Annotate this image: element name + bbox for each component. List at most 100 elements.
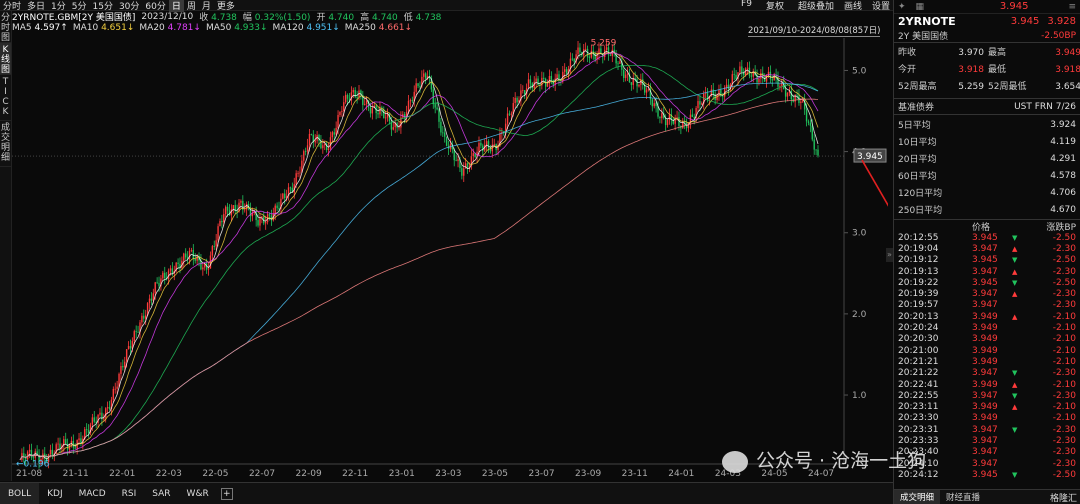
trade-row[interactable]: 20:23:11 3.949 ▲ -2.10 [894,401,1080,412]
candle-body [543,77,545,79]
candle-body [411,100,414,102]
candle-body [169,268,172,271]
indicator-tab-wr[interactable]: W&R [179,483,217,504]
arrow-down-icon: ▼ [1012,470,1018,479]
trades-list[interactable]: 20:12:55 3.945 ▼ -2.50 20:19:04 3.947 ▲ -2.30 20… [894,232,1080,481]
grid-icon[interactable]: ▦ [916,2,925,12]
candle-body [344,94,347,103]
period-tab[interactable]: 周 [184,0,199,12]
candle-body [264,222,267,224]
trade-row[interactable]: 20:22:55 3.947 ▼ -2.30 [894,390,1080,401]
trade-time: 20:12:55 [898,232,939,243]
indicator-tab-rsi[interactable]: RSI [114,483,145,504]
candle-body [164,272,166,279]
average-row: 250日平均 4.670 [898,201,1076,218]
tab-kline[interactable]: K线图 [0,43,11,75]
kline-chart-svg[interactable]: 5.04.03.02.01.021-0821-1122-0122-0322-05… [12,36,888,482]
tab-intraday[interactable]: 分时图 [0,11,11,43]
trade-row[interactable]: 20:22:41 3.949 ▲ -2.10 [894,379,1080,390]
candle-body [226,206,229,211]
trade-row[interactable]: 20:19:39 3.947 ▲ -2.30 [894,288,1080,299]
trade-bp: -2.30 [1052,447,1076,458]
candle-body [289,187,292,189]
overlay-button[interactable]: 超级叠加 [795,0,837,12]
candle-body [409,100,412,102]
trade-row[interactable]: 20:19:12 3.945 ▼ -2.50 [894,255,1080,266]
candle-body [573,58,575,62]
trade-row[interactable]: 20:21:21 3.949 -2.10 [894,356,1080,367]
period-tab-daily[interactable]: 日 [168,0,184,12]
candle-body [51,449,54,456]
candle-body [417,83,419,87]
trade-row[interactable]: 20:23:31 3.947 ▼ -2.30 [894,424,1080,435]
tab-trade-detail-panel[interactable]: 成交明细 [894,490,941,504]
trade-row[interactable]: 20:20:24 3.949 -2.10 [894,322,1080,333]
x-tick-label: 23-09 [575,469,601,479]
candle-body [478,142,480,152]
trade-row[interactable]: 20:21:00 3.949 -2.10 [894,345,1080,356]
max-price-label: 5.259 [591,38,617,48]
candle-body [444,132,446,137]
trade-row[interactable]: 20:19:57 3.947 -2.30 [894,300,1080,311]
trade-row[interactable]: 20:23:30 3.949 -2.10 [894,413,1080,424]
indicator-tab-kdj[interactable]: KDJ [39,483,71,504]
ma-label: MA120 [272,23,307,33]
candle-body [116,386,118,389]
last-price-tag-text: 3.945 [857,152,883,162]
candle-body [438,109,440,122]
candle-body [143,315,145,319]
trade-bp: -2.10 [1052,402,1076,413]
candle-body [668,114,671,120]
candle-body [184,253,187,258]
trade-bp: -2.10 [1052,356,1076,367]
candle-body [815,149,817,151]
draw-button[interactable]: 画线 [841,0,865,12]
add-indicator-icon[interactable]: + [220,487,233,500]
candle-body [65,439,67,444]
candle-body [122,366,124,368]
average-label: 10日平均 [898,138,937,148]
quote-value: 3.918 [1055,65,1080,75]
trade-row[interactable]: 20:20:13 3.949 ▲ -2.10 [894,311,1080,322]
panel-top-price: 3.945 [999,1,1029,12]
settings-button[interactable]: 设置 [869,0,893,12]
adjust-button[interactable]: 复权 [763,0,787,12]
trade-bp: -2.10 [1052,323,1076,334]
candle-body [817,149,819,156]
candle-body [306,145,309,152]
tab-tick[interactable]: TICK [0,75,11,121]
ma-value: 4.781↓ [167,23,201,33]
candle-body [215,240,217,247]
candle-body [156,282,158,284]
kline-chart[interactable]: 5.04.03.02.01.021-0821-1122-0122-0322-05… [12,36,888,482]
candle-body [630,82,633,85]
candle-body [297,173,299,174]
tab-trade-detail[interactable]: 成交明细 [0,121,11,167]
pin-icon[interactable]: ✦ [898,2,906,12]
tab-finance-live[interactable]: 财经直播 [940,490,986,504]
indicator-tab-macd[interactable]: MACD [71,483,114,504]
period-tab[interactable]: 60分 [142,0,168,12]
panel-bottom-tabs: 成交明细 财经直播 格隆汇 [894,489,1080,504]
trade-row[interactable]: 20:20:30 3.949 -2.10 [894,334,1080,345]
candle-body [472,153,474,157]
trade-row[interactable]: 20:21:22 3.947 ▼ -2.30 [894,368,1080,379]
candle-body [623,69,625,78]
indicator-tab-boll[interactable]: BOLL [0,483,40,504]
ma-legend-item: MA250 4.661↓ [345,23,412,33]
trade-row[interactable]: 20:19:04 3.947 ▲ -2.30 [894,243,1080,254]
trade-time: 20:21:21 [898,356,939,367]
collapse-panel-button[interactable]: » [886,248,893,262]
trade-row[interactable]: 20:23:33 3.947 -2.30 [894,435,1080,446]
candle-body [183,253,185,261]
ma-value: 4.933↓ [234,23,268,33]
ma-legend-item: MA50 4.933↓ [206,23,268,33]
menu-icon[interactable]: ≡ [1068,2,1076,12]
quote-label: 52周最低 [988,82,1027,92]
indicator-tab-sar[interactable]: SAR [144,483,178,504]
trade-row[interactable]: 20:12:55 3.945 ▼ -2.50 [894,232,1080,243]
f9-button[interactable]: F9 [738,0,755,12]
candle-body [346,94,349,99]
trade-row[interactable]: 20:19:22 3.945 ▼ -2.50 [894,277,1080,288]
trade-row[interactable]: 20:19:13 3.947 ▲ -2.30 [894,266,1080,277]
